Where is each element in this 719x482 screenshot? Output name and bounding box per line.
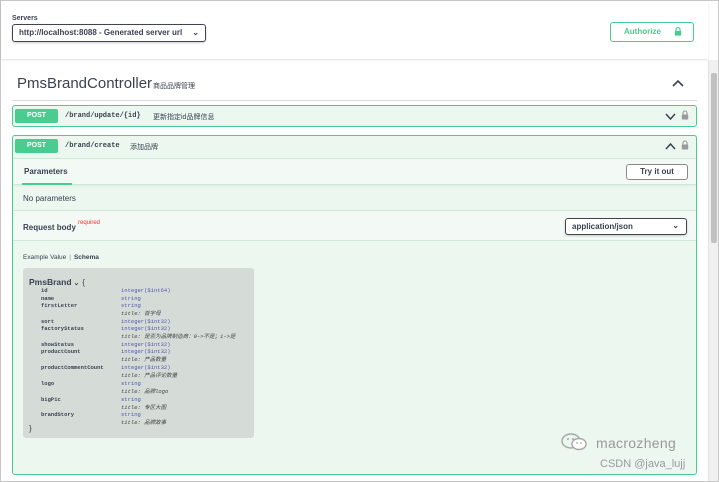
example-tabs: Example Value | Schema	[23, 254, 99, 261]
operation-path: /brand/create	[65, 142, 120, 150]
prop-type: string	[121, 302, 141, 309]
chevron-down-icon: ⌄	[672, 221, 679, 230]
content-type-value: application/json	[572, 222, 633, 231]
schema-name: PmsBrand	[29, 277, 72, 287]
prop-name: name	[41, 295, 55, 302]
tab-active-indicator	[22, 183, 72, 185]
controller-description: 商品品牌管理	[153, 83, 195, 90]
prop-type: integer($int32)	[121, 325, 171, 332]
prop-title: title: 产品评论数量	[121, 372, 178, 379]
operation-summary[interactable]: POST /brand/update/{id} 更新指定id品牌信息	[13, 106, 696, 128]
close-brace: }	[29, 424, 32, 433]
operation-description: 添加品牌	[130, 144, 158, 151]
prop-type: integer($int32)	[121, 318, 171, 325]
method-badge: POST	[15, 109, 58, 123]
divider	[12, 100, 697, 101]
chevron-up-icon[interactable]	[665, 142, 676, 151]
lock-icon[interactable]	[681, 140, 689, 150]
prop-name: productCommentCount	[41, 364, 104, 371]
try-it-out-button[interactable]: Try it out	[626, 164, 688, 180]
prop-type: integer($int32)	[121, 364, 171, 371]
parameters-header: Parameters Try it out	[13, 158, 696, 185]
lock-icon[interactable]	[681, 110, 689, 120]
chevron-down-icon[interactable]	[665, 112, 676, 121]
request-body-label: Request body	[23, 223, 76, 232]
servers-label: Servers	[12, 15, 38, 22]
watermark-csdn: CSDN @java_lujj	[600, 458, 686, 470]
chevron-down-icon: ⌄	[192, 28, 199, 37]
request-body-header: Request body required application/json ⌄	[13, 210, 696, 241]
prop-name: factoryStatus	[41, 325, 84, 332]
servers-bar: Servers http://localhost:8088 - Generate…	[1, 1, 708, 59]
tab-schema[interactable]: Schema	[74, 254, 99, 261]
server-select-value: http://localhost:8088 - Generated server…	[19, 28, 183, 37]
open-brace: {	[82, 278, 86, 287]
prop-name: sort	[41, 318, 55, 325]
prop-title: title: 是否为品牌制造商：0->不是；1->是	[121, 333, 236, 340]
prop-name: firstLetter	[41, 302, 78, 309]
prop-type: integer($int64)	[121, 287, 171, 294]
operation-summary[interactable]: POST /brand/create 添加品牌	[13, 136, 696, 158]
operation-update-brand[interactable]: POST /brand/update/{id} 更新指定id品牌信息	[12, 105, 697, 127]
page-scrollbar[interactable]	[708, 60, 718, 481]
prop-name: logo	[41, 380, 55, 387]
tab-parameters[interactable]: Parameters	[24, 167, 68, 176]
prop-name: showStatus	[41, 341, 75, 348]
operation-create-brand: POST /brand/create 添加品牌 Parameters Try i…	[12, 135, 697, 475]
prop-name: bigPic	[41, 396, 61, 403]
prop-title: title: 产品数量	[121, 356, 167, 363]
no-parameters-text: No parameters	[23, 194, 76, 203]
lock-icon	[674, 27, 682, 36]
prop-type: string	[121, 380, 141, 387]
operation-description: 更新指定id品牌信息	[153, 114, 215, 121]
wechat-logo-icon	[561, 433, 587, 451]
schema-model: PmsBrand ⌄{ id integer($int64) name strin…	[23, 268, 254, 438]
prop-name: productCount	[41, 348, 81, 355]
method-badge: POST	[15, 139, 58, 153]
prop-title: title: 专区大图	[121, 404, 167, 411]
schema-header[interactable]: PmsBrand ⌄{	[29, 277, 85, 287]
operation-path: /brand/update/{id}	[65, 112, 141, 120]
required-marker: required	[78, 220, 101, 226]
prop-title: title: 品牌logo	[121, 388, 169, 395]
prop-name: id	[41, 287, 48, 294]
prop-type: string	[121, 295, 141, 302]
tab-example-value[interactable]: Example Value	[23, 254, 66, 261]
watermark-name: macrozheng	[596, 435, 677, 451]
chevron-up-icon[interactable]	[672, 78, 684, 88]
authorize-label: Authorize	[624, 27, 661, 36]
prop-type: integer($int32)	[121, 341, 171, 348]
content-type-select[interactable]: application/json ⌄	[565, 218, 687, 235]
prop-type: integer($int32)	[121, 348, 171, 355]
scrollbar-thumb[interactable]	[711, 73, 717, 243]
prop-type: string	[121, 396, 141, 403]
prop-title: title: 首字母	[121, 310, 161, 317]
controller-title[interactable]: PmsBrandController	[17, 75, 152, 92]
prop-title: title: 品牌故事	[121, 419, 167, 426]
chevron-down-icon[interactable]: ⌄	[74, 280, 80, 287]
tab-separator: |	[69, 254, 71, 261]
authorize-button[interactable]: Authorize	[610, 22, 694, 42]
prop-type: string	[121, 411, 141, 418]
server-select[interactable]: http://localhost:8088 - Generated server…	[12, 24, 206, 42]
prop-name: brandStory	[41, 411, 75, 418]
